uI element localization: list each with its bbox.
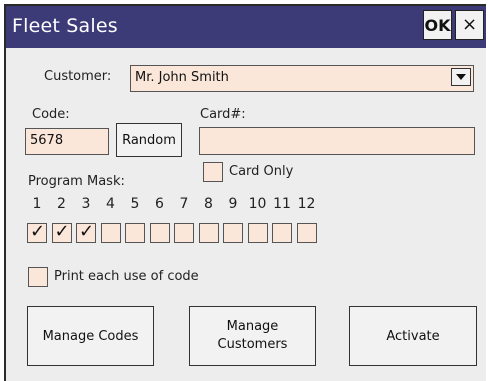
close-button[interactable]: × [455, 10, 484, 40]
fleet-sales-window: Fleet Sales OK × Customer: Mr. John Smit… [4, 4, 486, 381]
program-mask-number: 2 [57, 196, 66, 212]
program-mask-number: 10 [248, 196, 267, 212]
print-each-use-label: Print each use of code [54, 269, 199, 284]
customer-label: Customer: [44, 69, 112, 84]
manage-customers-button[interactable]: Manage Customers [189, 306, 316, 366]
customer-combo[interactable]: Mr. John Smith [130, 65, 474, 92]
card-only-checkbox[interactable] [203, 162, 223, 182]
program-mask-checkbox[interactable] [76, 221, 96, 243]
program-mask-checkbox[interactable] [296, 223, 317, 243]
program-mask-number: 11 [273, 196, 291, 212]
program-mask-number: 8 [204, 196, 213, 212]
program-mask-number: 9 [228, 196, 238, 212]
customer-value: Mr. John Smith [135, 70, 229, 85]
program-mask-checkbox[interactable] [100, 223, 121, 243]
program-mask-number: 3 [81, 196, 91, 212]
chevron-down-icon[interactable] [451, 68, 471, 86]
code-label: Code: [32, 107, 70, 122]
print-each-use-checkbox[interactable] [28, 267, 48, 287]
manage-codes-label: Manage Codes [42, 328, 139, 344]
program-mask-number: 5 [130, 196, 140, 212]
program-mask-checkbox[interactable] [174, 223, 194, 243]
program-mask-checkbox[interactable] [223, 223, 243, 243]
activate-button[interactable]: Activate [349, 306, 477, 366]
manage-codes-button[interactable]: Manage Codes [27, 306, 154, 366]
random-button[interactable]: Random [116, 123, 182, 157]
program-mask-label: Program Mask: [28, 174, 125, 189]
manage-customers-label: Manage Customers [217, 319, 288, 352]
program-mask-checkbox[interactable] [198, 223, 219, 243]
title-bar: Fleet Sales OK × [6, 6, 486, 48]
card-number-label: Card#: [200, 107, 246, 122]
program-mask-number: 12 [297, 196, 316, 212]
activate-label: Activate [386, 328, 440, 344]
program-mask-number: 7 [179, 196, 189, 212]
program-mask-checkbox[interactable] [247, 223, 268, 243]
ok-button[interactable]: OK [423, 10, 452, 40]
program-mask-checkbox[interactable] [149, 223, 170, 243]
card-number-input[interactable] [199, 127, 475, 155]
program-mask-number: 1 [32, 196, 42, 212]
code-input[interactable]: 5678 [25, 128, 109, 155]
card-only-label: Card Only [229, 164, 294, 179]
program-mask-checkbox[interactable] [51, 221, 72, 243]
program-mask-number: 6 [155, 196, 164, 212]
program-mask-checkbox[interactable] [125, 223, 145, 243]
window-title: Fleet Sales [12, 15, 118, 37]
program-mask-checkbox[interactable] [272, 223, 292, 243]
program-mask-number: 4 [106, 196, 115, 212]
program-mask-checkbox[interactable] [27, 221, 47, 243]
